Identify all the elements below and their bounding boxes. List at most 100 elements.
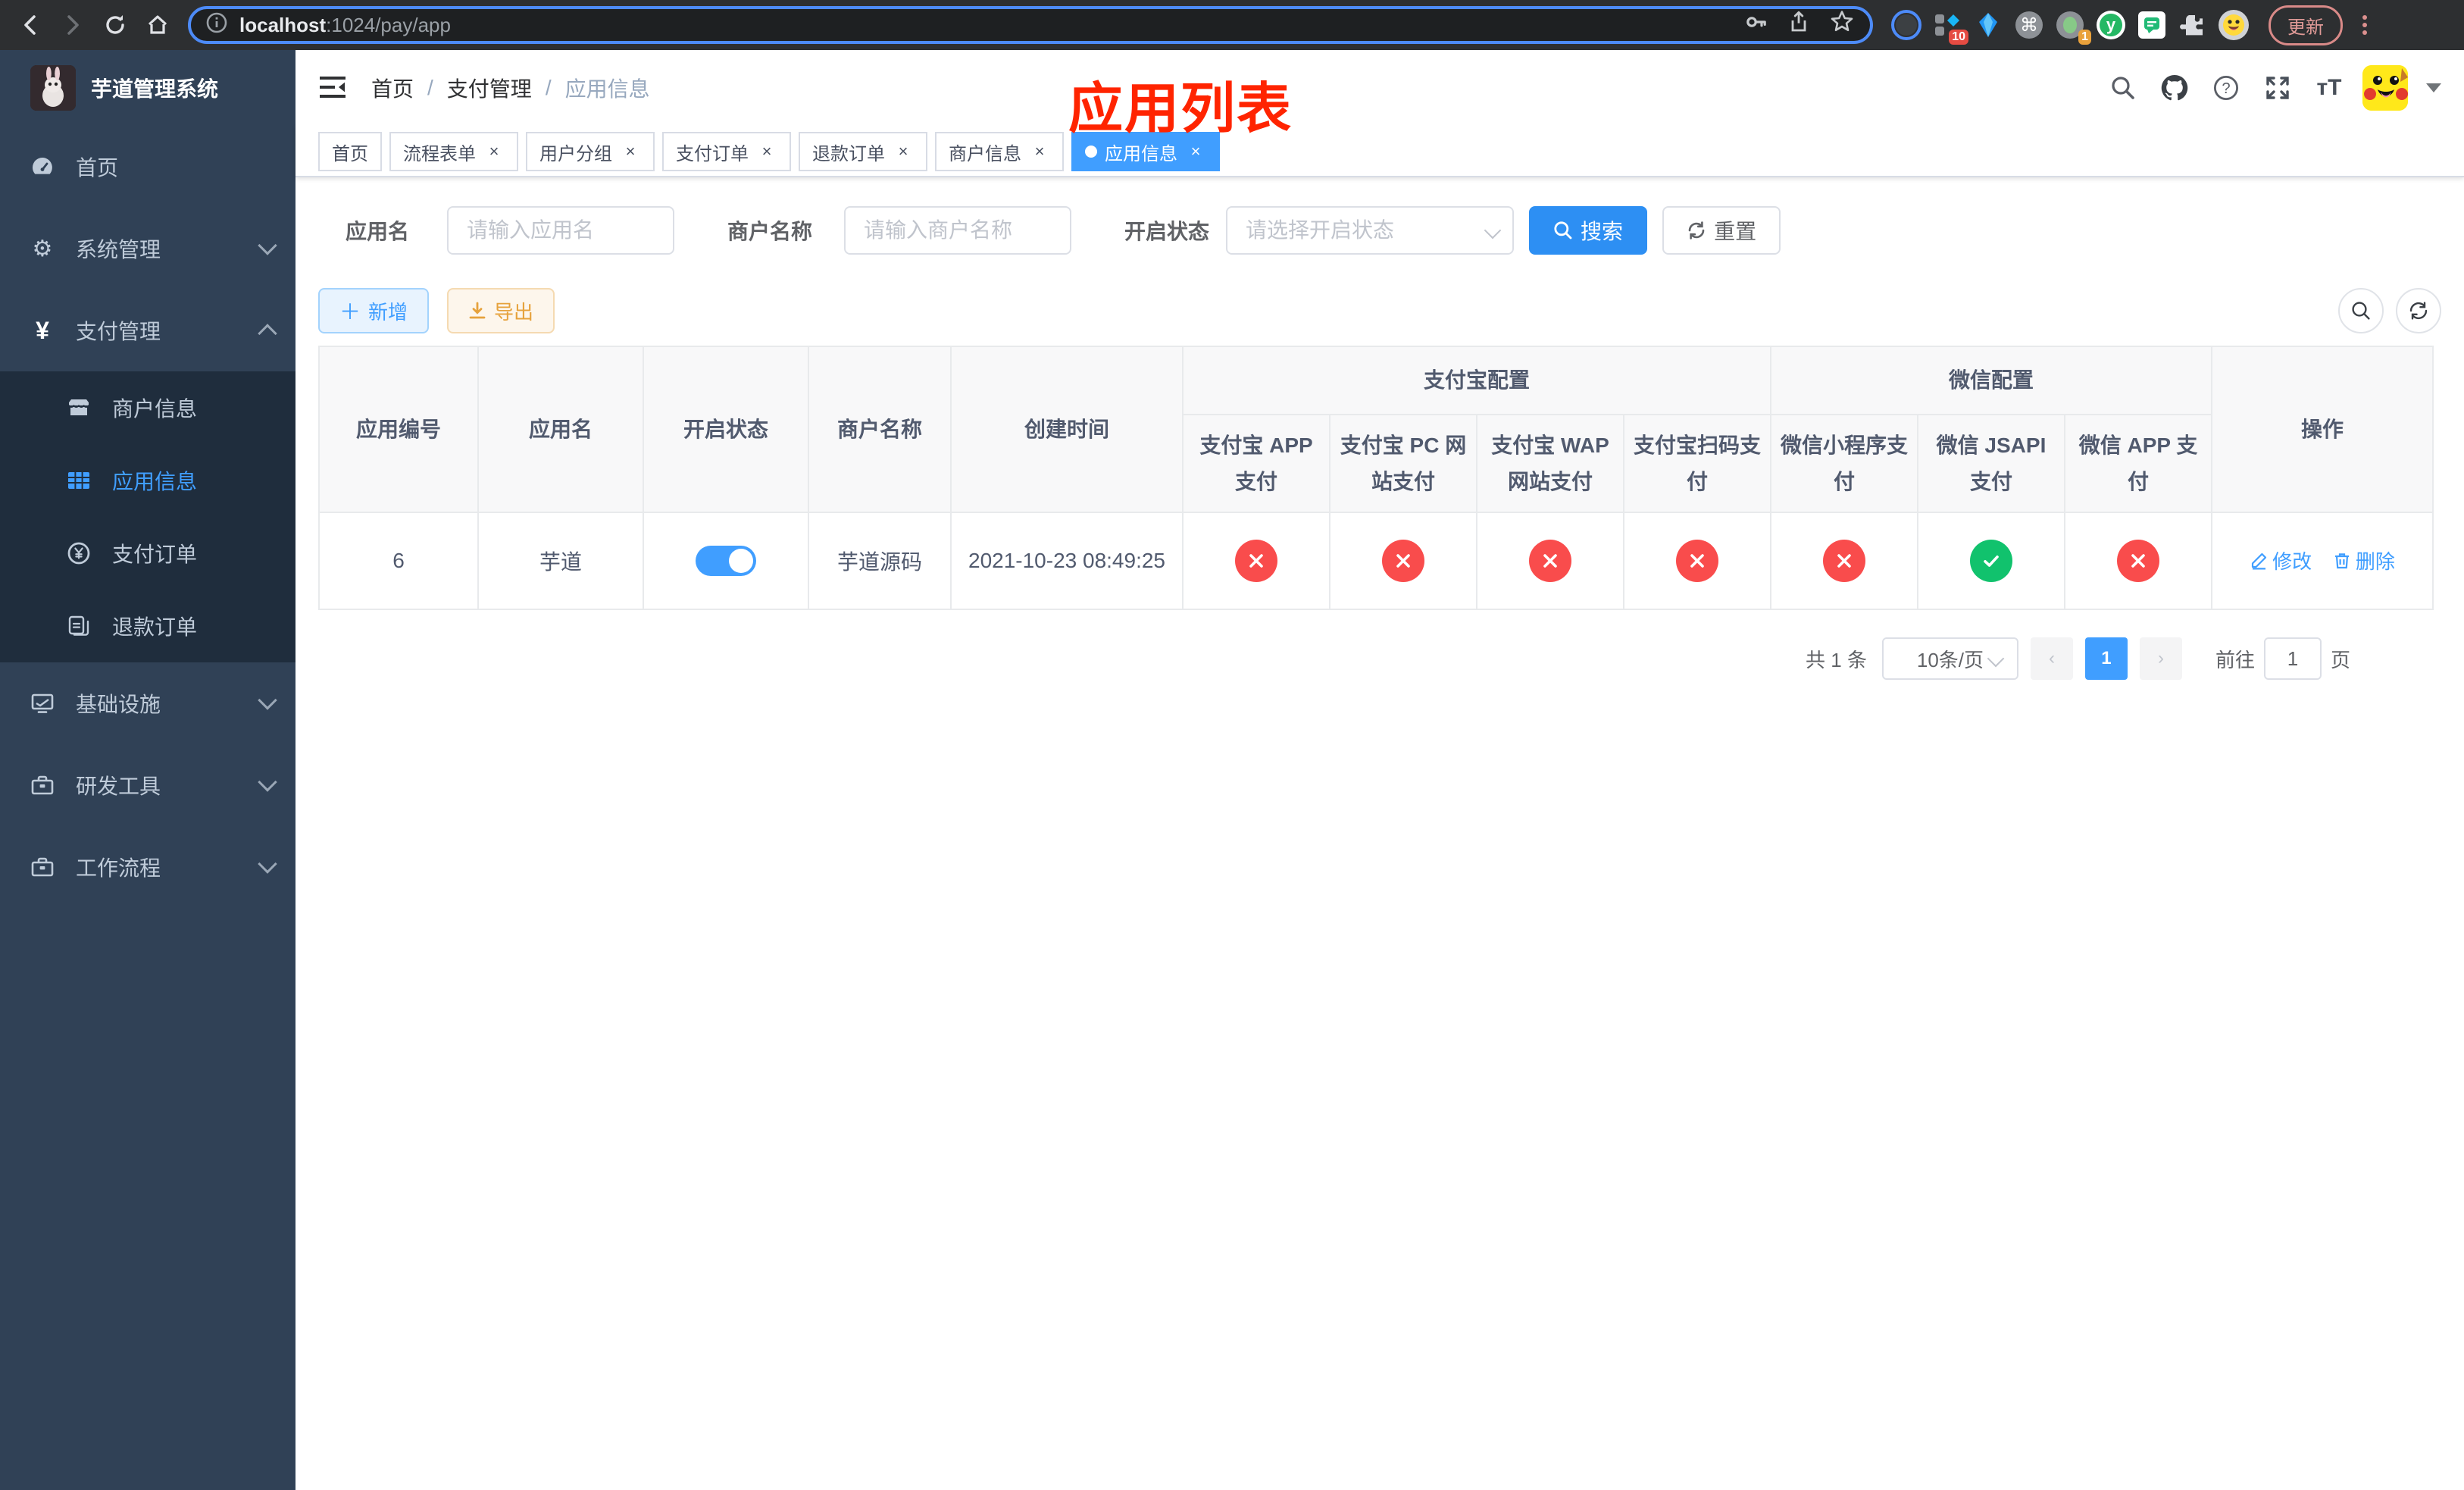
ext-command-icon[interactable]: ⌘: [2014, 10, 2044, 40]
goto-page-input[interactable]: [2263, 637, 2322, 681]
cell-app-id: 6: [318, 512, 479, 611]
sidebar-item-label: 系统管理: [76, 238, 161, 261]
sidebar: 芋道管理系统 首页 ⚙ 系统管理 ¥ 支付管理 商户信息 应用信息 支付订单 退…: [0, 50, 295, 1490]
ext-emoji-icon[interactable]: [2219, 10, 2249, 40]
sidebar-item-merchant-info[interactable]: 商户信息: [0, 371, 295, 444]
delete-button[interactable]: 删除: [2333, 546, 2395, 574]
search-button[interactable]: 搜索: [1529, 206, 1648, 255]
tab-home[interactable]: 首页: [318, 132, 382, 171]
reload-icon[interactable]: [97, 7, 133, 43]
prev-page-button[interactable]: ‹: [2030, 637, 2073, 681]
close-icon[interactable]: ×: [483, 141, 505, 162]
chevron-down-icon: [258, 690, 277, 710]
tab-user-group[interactable]: 用户分组 ×: [526, 132, 655, 171]
reset-button[interactable]: 重置: [1662, 206, 1781, 255]
page-annotation: 应用列表: [1068, 79, 1293, 139]
col-header-created: 创建时间: [950, 346, 1184, 514]
sidebar-item-system[interactable]: ⚙ 系统管理: [0, 208, 295, 290]
close-icon[interactable]: ×: [1029, 141, 1050, 162]
user-avatar[interactable]: [2362, 65, 2408, 111]
password-key-icon[interactable]: [1743, 9, 1768, 41]
sidebar-item-label: 首页: [76, 156, 119, 180]
home-icon[interactable]: [139, 7, 176, 43]
sidebar-item-label: 支付管理: [76, 320, 161, 343]
goto-unit-label: 页: [2330, 648, 2350, 671]
close-icon[interactable]: ×: [1185, 141, 1206, 162]
next-page-button[interactable]: ›: [2139, 637, 2182, 681]
page-content: 应用名 商户名称 开启状态 搜索 重置: [295, 177, 2464, 1490]
add-button[interactable]: ＋新增: [318, 288, 430, 333]
profile-avatar-icon[interactable]: [1891, 10, 1921, 40]
cell-created: 2021-10-23 08:49:25: [950, 512, 1184, 611]
merchant-name-input[interactable]: [844, 206, 1072, 255]
page-number-current[interactable]: 1: [2084, 637, 2128, 681]
breadcrumb-home[interactable]: 首页: [371, 73, 414, 103]
ext-recorder-icon[interactable]: 1: [2055, 10, 2091, 45]
group-header-alipay: 支付宝配置: [1181, 346, 1772, 415]
group-header-wechat: 微信配置: [1770, 346, 2213, 415]
col-header-alipay-wap: 支付宝 WAP 网站支付: [1476, 414, 1624, 514]
avatar-caret-icon[interactable]: [2426, 83, 2441, 92]
browser-toolbar: localhost:1024/pay/app 10 ⌘ 1 y 更新: [0, 0, 2464, 50]
close-icon[interactable]: ×: [620, 141, 641, 162]
page-size-select[interactable]: 10条/页: [1881, 637, 2018, 681]
col-header-wechat-app: 微信 APP 支付: [2064, 414, 2213, 514]
sidebar-item-label: 工作流程: [76, 856, 161, 880]
site-info-icon[interactable]: [206, 11, 227, 39]
app-name-input[interactable]: [447, 206, 675, 255]
share-icon[interactable]: [1787, 10, 1811, 40]
sidebar-item-dev-tools[interactable]: 研发工具: [0, 744, 295, 826]
sidebar-collapse-icon[interactable]: [318, 75, 347, 101]
sidebar-item-home[interactable]: 首页: [0, 126, 295, 208]
ext-yudao-icon[interactable]: y: [2096, 10, 2126, 40]
ext-gem-icon[interactable]: [1973, 10, 2003, 40]
status-toggle[interactable]: [696, 546, 756, 577]
sidebar-item-app-info[interactable]: 应用信息: [0, 444, 295, 517]
tab-process-form[interactable]: 流程表单 ×: [389, 132, 518, 171]
status-badge-alipay-wap: [1529, 540, 1571, 583]
active-dot: [1085, 146, 1097, 158]
help-icon[interactable]: ?: [2208, 70, 2244, 106]
breadcrumb-payment: 支付管理: [446, 77, 532, 101]
ext-chat-icon[interactable]: [2137, 10, 2167, 40]
sidebar-item-infrastructure[interactable]: 基础设施: [0, 662, 295, 744]
search-icon[interactable]: [2105, 70, 2141, 106]
address-bar[interactable]: localhost:1024/pay/app: [188, 6, 1873, 44]
back-icon[interactable]: [12, 7, 48, 43]
toggle-search-button[interactable]: [2338, 288, 2384, 333]
gear-icon: ⚙: [32, 236, 53, 261]
monitor-icon: [30, 691, 55, 715]
tags-view: 首页 流程表单 × 用户分组 × 支付订单 × 退款订单 × 商户信息 × 应用信息 ×: [295, 126, 2464, 177]
sidebar-item-label: 基础设施: [76, 693, 161, 716]
fullscreen-icon[interactable]: [2259, 70, 2296, 106]
close-icon[interactable]: ×: [756, 141, 777, 162]
edit-button[interactable]: 修改: [2250, 546, 2312, 574]
sidebar-item-payment[interactable]: ¥ 支付管理: [0, 290, 295, 371]
github-icon[interactable]: [2156, 70, 2193, 106]
filter-label-status: 开启状态: [1124, 220, 1210, 243]
browser-update-button[interactable]: 更新: [2269, 5, 2343, 45]
col-header-actions: 操作: [2211, 346, 2434, 514]
tab-pay-order[interactable]: 支付订单 ×: [662, 132, 791, 171]
font-size-icon[interactable]: ᴛT: [2311, 70, 2347, 106]
col-header-app-name: 应用名: [477, 346, 644, 514]
tab-refund-order[interactable]: 退款订单 ×: [799, 132, 927, 171]
browser-menu-icon[interactable]: [2362, 15, 2367, 35]
app-logo-row[interactable]: 芋道管理系统: [0, 50, 295, 126]
forward-icon[interactable]: [55, 7, 91, 43]
sidebar-item-refund-order[interactable]: 退款订单: [0, 590, 295, 662]
refresh-button[interactable]: [2396, 288, 2441, 333]
ext-collection-icon[interactable]: 10: [1932, 10, 1968, 45]
cell-app-name: 芋道: [477, 512, 644, 611]
sidebar-item-label: 退款订单: [112, 615, 198, 639]
close-icon[interactable]: ×: [893, 141, 914, 162]
extensions-puzzle-icon[interactable]: [2178, 10, 2208, 40]
export-button[interactable]: 导出: [447, 288, 555, 333]
status-select[interactable]: [1226, 206, 1515, 255]
tab-merchant-info[interactable]: 商户信息 ×: [935, 132, 1064, 171]
sidebar-item-pay-order[interactable]: 支付订单: [0, 517, 295, 590]
sidebar-item-workflow[interactable]: 工作流程: [0, 826, 295, 908]
status-badge-alipay-pc: [1382, 540, 1424, 583]
payment-submenu: 商户信息 应用信息 支付订单 退款订单: [0, 371, 295, 662]
bookmark-star-icon[interactable]: [1829, 9, 1855, 41]
